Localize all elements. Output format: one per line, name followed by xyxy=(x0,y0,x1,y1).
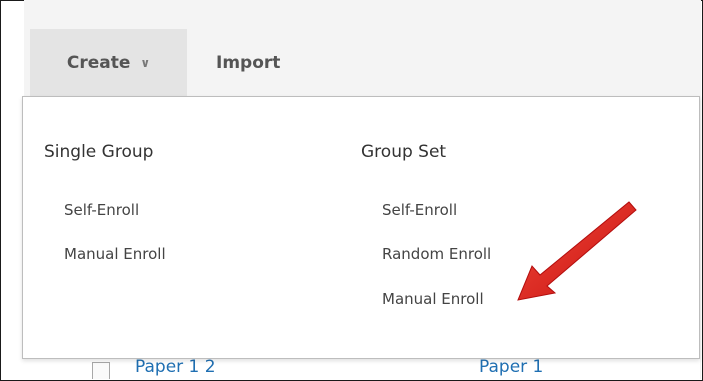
group-set-self-enroll[interactable]: Self-Enroll xyxy=(382,201,457,219)
group-set-manual-enroll[interactable]: Manual Enroll xyxy=(382,290,484,308)
import-label: Import xyxy=(216,52,281,73)
group-name-link[interactable]: Paper 1 2 xyxy=(135,357,216,377)
single-group-manual-enroll[interactable]: Manual Enroll xyxy=(64,245,166,263)
row-checkbox[interactable] xyxy=(92,362,110,379)
create-dropdown-menu: Single Group Self-Enroll Manual Enroll G… xyxy=(22,96,700,359)
create-menu-button[interactable]: Create ∨ xyxy=(30,29,187,96)
chevron-down-icon: ∨ xyxy=(140,55,151,70)
single-group-heading: Single Group xyxy=(44,142,154,162)
single-group-self-enroll[interactable]: Self-Enroll xyxy=(64,201,139,219)
group-set-heading: Group Set xyxy=(361,142,447,162)
create-label: Create xyxy=(66,52,131,73)
group-set-link[interactable]: Paper 1 xyxy=(479,357,543,377)
import-button[interactable]: Import xyxy=(216,29,280,96)
table-row: Paper 1 2 Paper 1 xyxy=(24,357,700,379)
group-set-random-enroll[interactable]: Random Enroll xyxy=(382,245,491,263)
